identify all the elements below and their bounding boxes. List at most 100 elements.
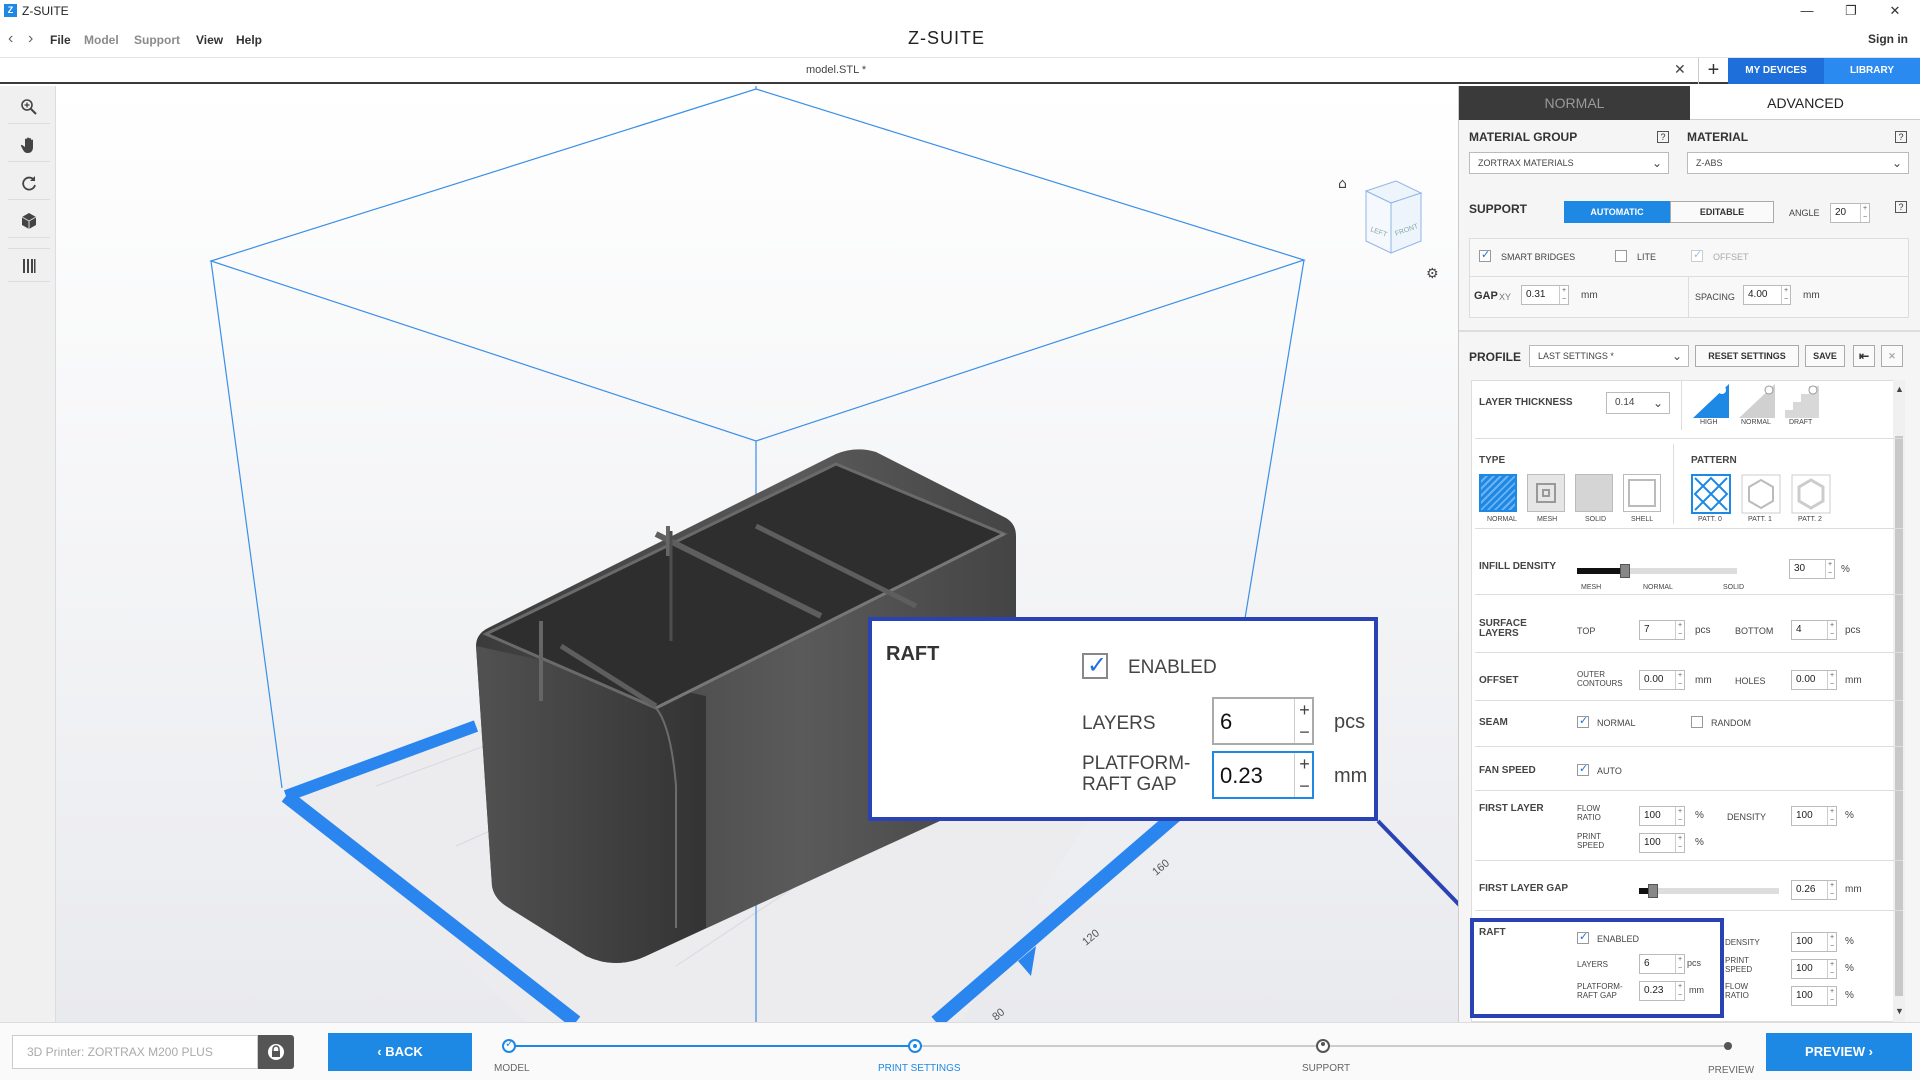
first-layer-density-input[interactable]: 100 + − bbox=[1791, 806, 1837, 826]
top-layers-input[interactable]: 7 + − bbox=[1639, 620, 1685, 640]
step-support-label[interactable]: SUPPORT bbox=[1302, 1063, 1350, 1074]
infill-type-mesh[interactable] bbox=[1527, 474, 1565, 512]
layers-icon[interactable] bbox=[8, 248, 50, 282]
close-tab-icon[interactable]: ✕ bbox=[1674, 61, 1686, 78]
delete-profile-icon[interactable]: ✕ bbox=[1881, 345, 1903, 367]
fan-auto-checkbox[interactable] bbox=[1577, 762, 1589, 776]
minimize-button[interactable]: — bbox=[1784, 1, 1830, 21]
slider-knob[interactable] bbox=[1648, 884, 1658, 898]
outer-contours-input[interactable]: 0.00 + − bbox=[1639, 670, 1685, 690]
help-icon[interactable]: ? bbox=[1657, 131, 1669, 143]
material-select[interactable]: Z-ABS ⌄ bbox=[1687, 152, 1909, 174]
step-preview-label[interactable]: PREVIEW bbox=[1708, 1065, 1754, 1076]
layer-mode-draft[interactable]: DRAFT bbox=[1789, 419, 1812, 426]
profile-select[interactable]: LAST SETTINGS * ⌄ bbox=[1529, 345, 1689, 367]
stepper-icon[interactable]: + − bbox=[1781, 286, 1790, 304]
support-editable-button[interactable]: EDITABLE bbox=[1670, 201, 1774, 223]
bottom-layers-input[interactable]: 4 + − bbox=[1791, 620, 1837, 640]
stepper-icon[interactable]: + − bbox=[1827, 671, 1836, 689]
slider-knob[interactable] bbox=[1620, 564, 1630, 578]
stepper-icon[interactable]: + − bbox=[1294, 753, 1314, 797]
gap-xy-input[interactable]: 0.31 + − bbox=[1521, 285, 1569, 305]
step-print-settings-dot[interactable] bbox=[908, 1039, 922, 1053]
holes-input[interactable]: 0.00 + − bbox=[1791, 670, 1837, 690]
step-model-label[interactable]: MODEL bbox=[494, 1063, 530, 1074]
menu-model[interactable]: Model bbox=[84, 33, 119, 47]
help-icon[interactable]: ? bbox=[1895, 131, 1907, 143]
infill-density-slider[interactable] bbox=[1577, 564, 1737, 578]
stepper-icon[interactable]: + − bbox=[1559, 286, 1568, 304]
stepper-icon[interactable]: + − bbox=[1675, 807, 1684, 825]
stepper-icon[interactable]: + − bbox=[1827, 621, 1836, 639]
menu-file[interactable]: File bbox=[50, 33, 71, 47]
spacing-input[interactable]: 4.00 + − bbox=[1743, 285, 1791, 305]
tab-normal[interactable]: NORMAL bbox=[1459, 86, 1690, 120]
infill-density-input[interactable]: 30 + − bbox=[1789, 559, 1835, 579]
stepper-icon[interactable]: + − bbox=[1827, 881, 1836, 899]
callout-gap-input[interactable]: 0.23 + − bbox=[1212, 751, 1314, 799]
close-window-button[interactable]: ✕ bbox=[1872, 1, 1918, 21]
first-layer-speed-input[interactable]: 100 + − bbox=[1639, 833, 1685, 853]
layer-mode-normal[interactable]: NORMAL bbox=[1741, 419, 1771, 426]
3d-viewport[interactable]: 160 120 80 LEFT FRONT ⌂ ⚙ bbox=[56, 86, 1458, 1022]
reset-settings-button[interactable]: RESET SETTINGS bbox=[1695, 345, 1799, 367]
callout-enabled-checkbox[interactable]: ✓ bbox=[1082, 652, 1108, 679]
support-automatic-button[interactable]: AUTOMATIC bbox=[1564, 201, 1670, 223]
home-view-icon[interactable]: ⌂ bbox=[1338, 176, 1347, 192]
raft-flow-ratio-input[interactable]: 100 + − bbox=[1791, 986, 1837, 1006]
view-settings-gear-icon[interactable]: ⚙ bbox=[1426, 266, 1439, 282]
first-layer-flow-input[interactable]: 100 + − bbox=[1639, 806, 1685, 826]
offset-checkbox[interactable] bbox=[1691, 248, 1703, 262]
scroll-down-icon[interactable]: ▼ bbox=[1895, 1006, 1904, 1016]
menu-support[interactable]: Support bbox=[134, 33, 180, 47]
raft-print-speed-input[interactable]: 100 + − bbox=[1791, 959, 1837, 979]
step-model-dot[interactable]: ✓ bbox=[502, 1038, 516, 1053]
stepper-icon[interactable]: + − bbox=[1827, 987, 1836, 1005]
rotate-icon[interactable] bbox=[8, 166, 50, 200]
nav-forward-icon[interactable]: › bbox=[28, 30, 33, 48]
callout-layers-input[interactable]: 6 + − bbox=[1212, 697, 1314, 745]
stepper-icon[interactable]: + − bbox=[1294, 699, 1314, 743]
printer-selector[interactable]: 3D Printer: ZORTRAX M200 PLUS bbox=[12, 1035, 258, 1069]
first-layer-gap-slider[interactable] bbox=[1639, 884, 1779, 898]
step-support-dot[interactable] bbox=[1316, 1039, 1330, 1053]
stepper-icon[interactable]: + − bbox=[1827, 933, 1836, 951]
first-layer-gap-input[interactable]: 0.26 + − bbox=[1791, 880, 1837, 900]
layer-thickness-select[interactable]: 0.14 ⌄ bbox=[1606, 392, 1670, 414]
infill-type-solid[interactable] bbox=[1575, 474, 1613, 512]
layer-mode-high[interactable]: HIGH bbox=[1700, 419, 1718, 426]
scroll-up-icon[interactable]: ▲ bbox=[1895, 384, 1904, 394]
library-button[interactable]: LIBRARY bbox=[1824, 58, 1920, 84]
nav-back-icon[interactable]: ‹ bbox=[8, 30, 13, 48]
pan-hand-icon[interactable] bbox=[8, 128, 50, 162]
lock-icon[interactable] bbox=[258, 1035, 294, 1069]
import-profile-icon[interactable]: ⇤ bbox=[1853, 345, 1875, 367]
stepper-icon[interactable]: + − bbox=[1827, 960, 1836, 978]
lite-checkbox[interactable] bbox=[1615, 250, 1627, 262]
angle-input[interactable]: 20 + − bbox=[1830, 203, 1870, 223]
stepper-icon[interactable]: + − bbox=[1675, 621, 1684, 639]
my-devices-button[interactable]: MY DEVICES bbox=[1728, 58, 1824, 84]
step-print-settings-label[interactable]: PRINT SETTINGS bbox=[878, 1063, 961, 1074]
infill-type-normal[interactable] bbox=[1479, 474, 1517, 512]
stepper-icon[interactable]: + − bbox=[1860, 204, 1869, 222]
stepper-icon[interactable]: + − bbox=[1827, 807, 1836, 825]
stepper-icon[interactable]: + − bbox=[1675, 671, 1684, 689]
step-preview-dot[interactable] bbox=[1724, 1042, 1732, 1050]
seam-random-checkbox[interactable] bbox=[1691, 716, 1703, 728]
menu-help[interactable]: Help bbox=[236, 33, 262, 47]
infill-pattern-icons[interactable] bbox=[1691, 474, 1831, 514]
document-tab-title[interactable]: model.STL * bbox=[806, 64, 866, 76]
stepper-icon[interactable]: + − bbox=[1675, 834, 1684, 852]
material-group-select[interactable]: ZORTRAX MATERIALS ⌄ bbox=[1469, 152, 1669, 174]
zoom-icon[interactable] bbox=[8, 90, 50, 124]
save-profile-button[interactable]: SAVE bbox=[1805, 345, 1845, 367]
scrollbar-thumb[interactable] bbox=[1895, 436, 1903, 996]
preview-button[interactable]: PREVIEW › bbox=[1766, 1033, 1912, 1071]
smart-bridges-checkbox[interactable] bbox=[1479, 248, 1491, 262]
seam-normal-checkbox[interactable] bbox=[1577, 714, 1589, 728]
stepper-icon[interactable]: + − bbox=[1825, 560, 1834, 578]
sign-in-link[interactable]: Sign in bbox=[1868, 32, 1908, 46]
tab-advanced[interactable]: ADVANCED bbox=[1690, 86, 1920, 120]
cube-view-icon[interactable] bbox=[8, 204, 50, 238]
